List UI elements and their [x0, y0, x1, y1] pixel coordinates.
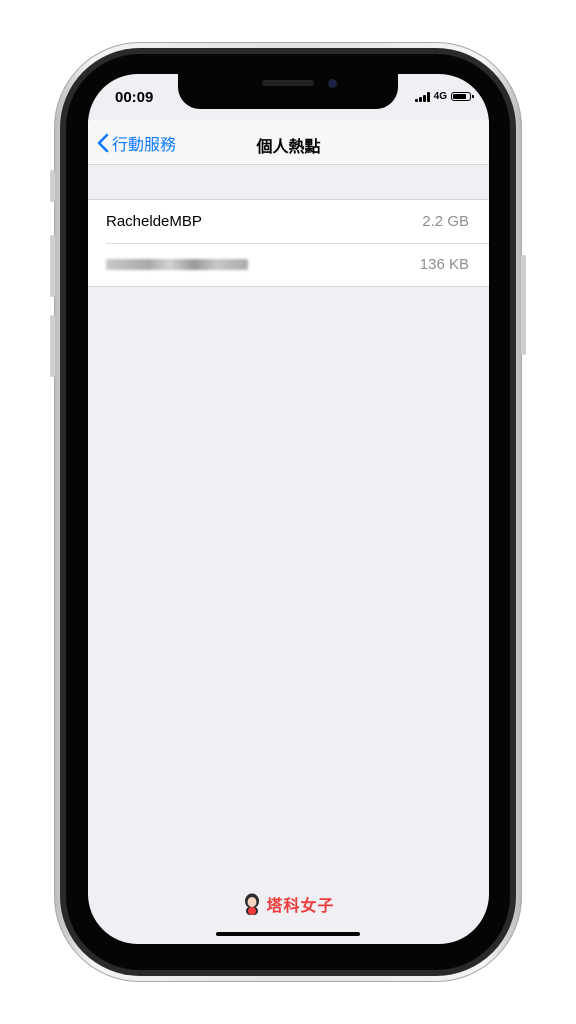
list-item: RacheldeMBP 2.2 GB	[88, 200, 489, 243]
status-time: 00:09	[115, 89, 154, 106]
blurred-device-name	[106, 259, 248, 270]
network-type: 4G	[433, 91, 447, 102]
connected-devices-list: RacheldeMBP 2.2 GB 136 KB	[88, 199, 489, 287]
status-indicators: 4G	[414, 91, 474, 102]
list-item: 136 KB	[88, 243, 489, 286]
device-data-usage: 136 KB	[419, 256, 469, 273]
earpiece-speaker	[262, 80, 314, 86]
navigation-bar: 行動服務 個人熱點	[88, 120, 489, 165]
volume-up-button	[50, 235, 55, 297]
page-title: 個人熱點	[256, 139, 321, 156]
home-indicator[interactable]	[216, 932, 360, 936]
screen: 00:09 4G 行動服務 個人熱點 RacheldeMBP 2.2 GB 13…	[88, 74, 489, 944]
device-name: RacheldeMBP	[106, 213, 202, 230]
battery-level	[453, 94, 466, 99]
volume-down-button	[50, 315, 55, 377]
watermark: 塔科女子	[88, 892, 489, 916]
mute-switch	[50, 170, 55, 202]
power-button	[521, 255, 526, 355]
notch	[178, 74, 398, 109]
front-camera	[328, 79, 337, 88]
girl-avatar-icon	[245, 893, 260, 915]
battery-icon	[451, 92, 474, 101]
watermark-text: 塔科女子	[266, 898, 335, 915]
cellular-signal-icon	[414, 91, 430, 102]
device-data-usage: 2.2 GB	[422, 213, 469, 230]
